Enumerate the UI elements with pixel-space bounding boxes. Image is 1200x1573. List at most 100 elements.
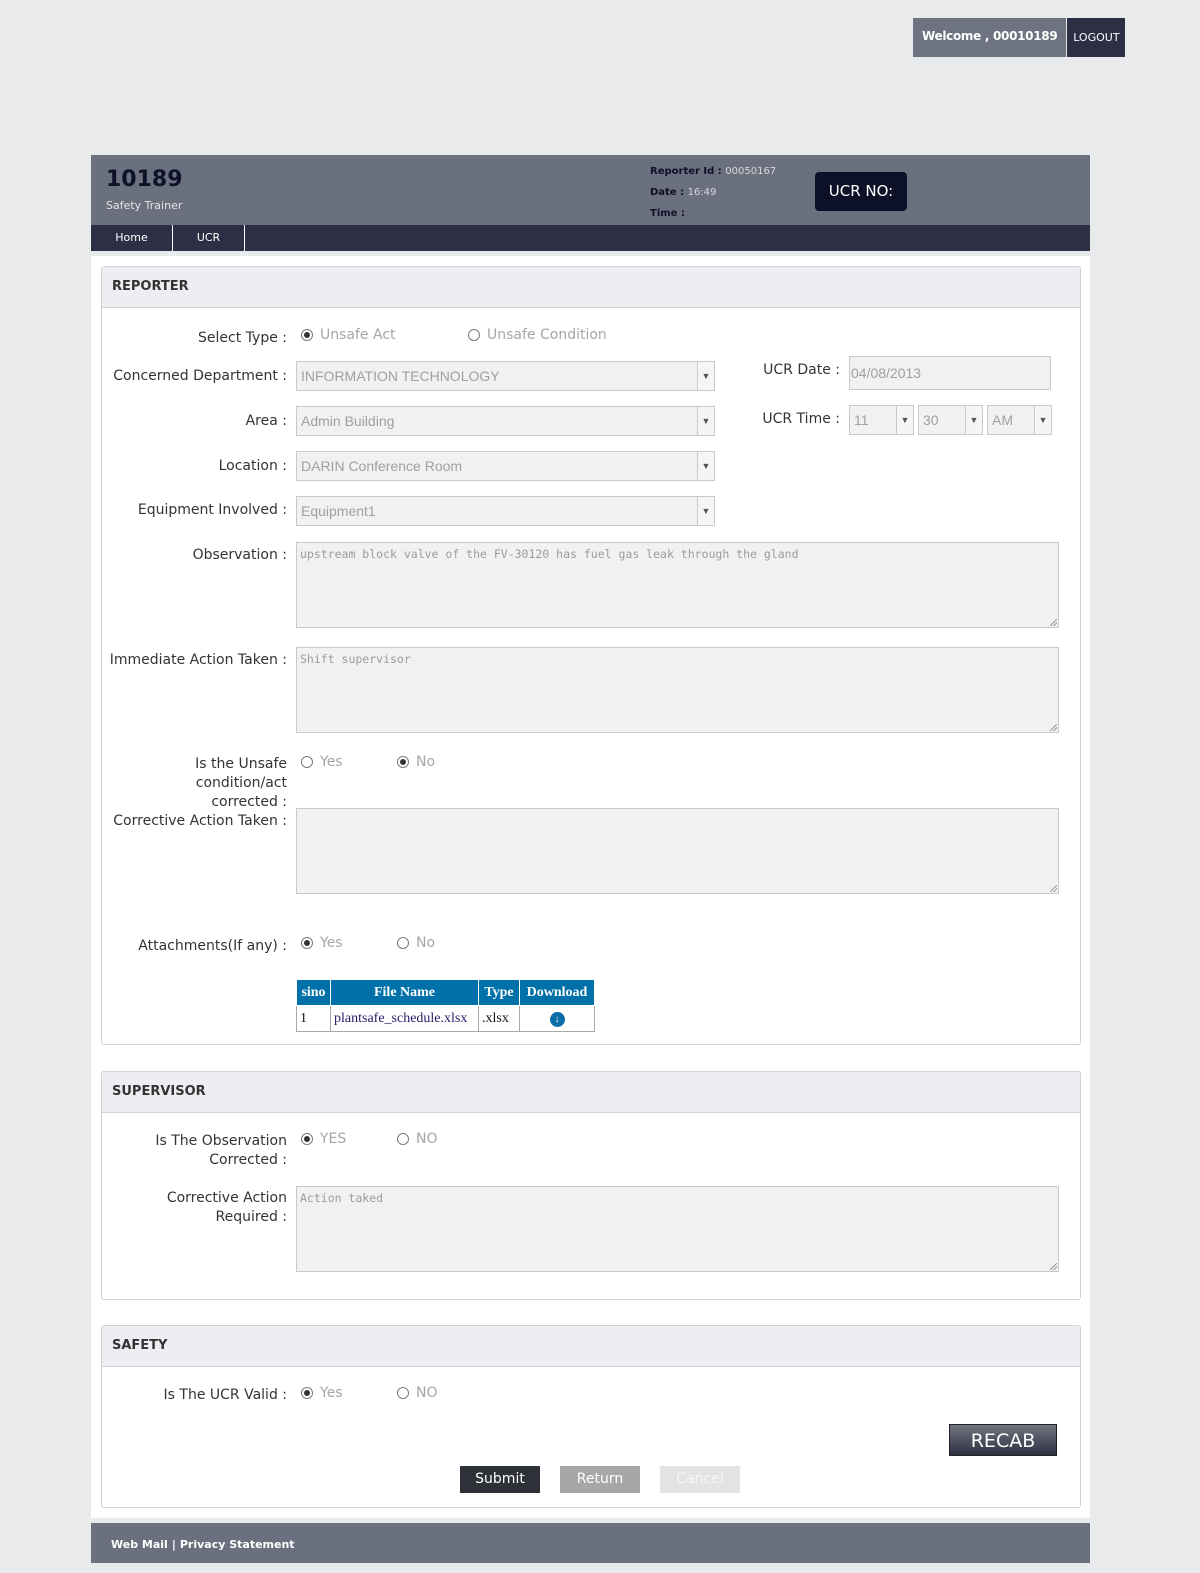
immediate-action-label: Immediate Action Taken :	[109, 652, 287, 668]
ucr-hour-select[interactable]: 11 ▼	[849, 405, 914, 435]
radio-corrected-no[interactable]: No	[397, 754, 435, 770]
radio-dot[interactable]	[397, 756, 409, 768]
location-select[interactable]: DARIN Conference Room ▼	[296, 451, 715, 481]
cell-type: .xlsx	[478, 1005, 520, 1032]
nav-ucr[interactable]: UCR	[173, 225, 245, 251]
ucr-date-input[interactable]: 04/08/2013	[849, 356, 1051, 390]
col-sino: sino	[296, 979, 331, 1006]
radio-dot[interactable]	[468, 329, 480, 341]
table-row: 1 plantsafe_schedule.xlsx .xlsx ↓	[296, 1005, 595, 1032]
location-value: DARIN Conference Room	[301, 458, 463, 474]
attachments-table: sino File Name Type Download 1 plantsafe…	[296, 979, 595, 1032]
observation-corrected-label: Is The Observation Corrected :	[102, 1132, 287, 1170]
corrective-action-textarea[interactable]	[296, 808, 1059, 894]
chevron-down-icon[interactable]: ▼	[1034, 406, 1051, 434]
table-header-row: sino File Name Type Download	[296, 979, 595, 1006]
radio-dot[interactable]	[301, 1133, 313, 1145]
radio-dot[interactable]	[397, 1133, 409, 1145]
time-label: Time :	[650, 208, 685, 219]
corrective-action-label: Corrective Action Taken :	[113, 813, 287, 829]
radio-valid-no[interactable]: NO	[397, 1385, 438, 1401]
submit-button[interactable]: Submit	[460, 1466, 540, 1493]
logout-button[interactable]: LOGOUT	[1067, 18, 1126, 57]
radio-attach-yes[interactable]: Yes	[301, 935, 343, 951]
location-label: Location :	[218, 458, 287, 474]
chevron-down-icon[interactable]: ▼	[697, 452, 714, 480]
radio-label: NO	[416, 1131, 438, 1147]
user-bar: Welcome , 00010189 LOGOUT	[913, 18, 1126, 57]
radio-obs-yes[interactable]: YES	[301, 1131, 346, 1147]
radio-dot[interactable]	[397, 1387, 409, 1399]
privacy-link[interactable]: Privacy Statement	[180, 1538, 295, 1551]
chevron-down-icon[interactable]: ▼	[896, 406, 913, 434]
reporter-id-value: 00050167	[725, 166, 777, 177]
recab-button[interactable]: RECAB	[949, 1424, 1057, 1456]
department-value: INFORMATION TECHNOLOGY	[301, 368, 500, 384]
date-value: 16:49	[687, 187, 717, 198]
equipment-select[interactable]: Equipment1 ▼	[296, 496, 715, 526]
employee-id: 10189	[106, 167, 183, 192]
return-button[interactable]: Return	[560, 1466, 640, 1493]
radio-dot[interactable]	[397, 937, 409, 949]
corrected-label-line1: Is the Unsafe condition/act	[195, 756, 287, 791]
radio-unsafe-act[interactable]: Unsafe Act	[301, 327, 396, 343]
equipment-value: Equipment1	[301, 503, 376, 519]
download-circle-icon[interactable]: ↓	[549, 1011, 565, 1027]
radio-label: Yes	[320, 1385, 343, 1401]
obs-label-line2: Corrected :	[209, 1152, 287, 1168]
ucr-time-label: UCR Time :	[762, 411, 840, 427]
chevron-down-icon[interactable]: ▼	[697, 497, 714, 525]
area-label: Area :	[245, 413, 287, 429]
chevron-down-icon[interactable]: ▼	[965, 406, 982, 434]
radio-label: Yes	[320, 935, 343, 951]
safety-title: SAFETY	[102, 1326, 1080, 1367]
radio-unsafe-condition[interactable]: Unsafe Condition	[468, 327, 607, 343]
col-type: Type	[478, 979, 520, 1006]
employee-role: Safety Trainer	[106, 199, 183, 212]
observation-label: Observation :	[192, 547, 287, 563]
corrected-label: Is the Unsafe condition/act corrected :	[102, 755, 287, 812]
obs-label-line1: Is The Observation	[155, 1133, 287, 1149]
radio-corrected-yes[interactable]: Yes	[301, 754, 343, 770]
radio-obs-no[interactable]: NO	[397, 1131, 438, 1147]
ucr-minute-value: 30	[923, 412, 939, 428]
radio-label: No	[416, 754, 436, 770]
radio-dot[interactable]	[301, 937, 313, 949]
reporter-id-label: Reporter Id :	[650, 166, 726, 177]
supervisor-title: SUPERVISOR	[102, 1072, 1080, 1113]
nav-home[interactable]: Home	[91, 225, 173, 251]
radio-valid-yes[interactable]: Yes	[301, 1385, 343, 1401]
select-type-label: Select Type :	[198, 330, 287, 346]
ucr-ampm-select[interactable]: AM ▼	[987, 405, 1052, 435]
reporter-panel: REPORTER Select Type : Unsafe Act Unsafe…	[101, 266, 1081, 1045]
supervisor-panel: SUPERVISOR Is The Observation Corrected …	[101, 1071, 1081, 1300]
col-download: Download	[519, 979, 595, 1006]
ucr-number-badge: UCR NO:	[815, 172, 907, 211]
action-required-label: Corrective Action Required :	[166, 1190, 287, 1225]
radio-dot[interactable]	[301, 329, 313, 341]
department-label: Concerned Department :	[113, 368, 287, 384]
area-select[interactable]: Admin Building ▼	[296, 406, 715, 436]
radio-dot[interactable]	[301, 756, 313, 768]
cell-download: ↓	[519, 1005, 595, 1032]
ucr-valid-label: Is The UCR Valid :	[163, 1387, 287, 1403]
cancel-button[interactable]: Cancel	[660, 1466, 740, 1493]
page-header: 10189 Safety Trainer Reporter Id : 00050…	[91, 155, 1090, 225]
radio-attach-no[interactable]: No	[397, 935, 435, 951]
main-nav: Home UCR	[91, 225, 1090, 251]
radio-label: Unsafe Act	[320, 327, 396, 343]
immediate-action-textarea[interactable]: Shift supervisor	[296, 647, 1059, 733]
content-area: REPORTER Select Type : Unsafe Act Unsafe…	[91, 256, 1090, 1518]
cell-sino: 1	[296, 1005, 331, 1032]
department-select[interactable]: INFORMATION TECHNOLOGY ▼	[296, 361, 715, 391]
observation-textarea[interactable]: upstream block valve of the FV-30120 has…	[296, 542, 1059, 628]
webmail-link[interactable]: Web Mail	[111, 1538, 168, 1551]
reporter-meta: Reporter Id : 00050167 Date : 16:49 Time…	[650, 161, 776, 224]
radio-label: NO	[416, 1385, 438, 1401]
corrected-label-line2: corrected :	[211, 794, 287, 810]
reporter-title: REPORTER	[102, 267, 1080, 308]
ucr-minute-select[interactable]: 30 ▼	[918, 405, 983, 435]
action-required-textarea[interactable]: Action taked	[296, 1186, 1059, 1272]
radio-dot[interactable]	[301, 1387, 313, 1399]
ucr-hour-value: 11	[854, 412, 869, 428]
